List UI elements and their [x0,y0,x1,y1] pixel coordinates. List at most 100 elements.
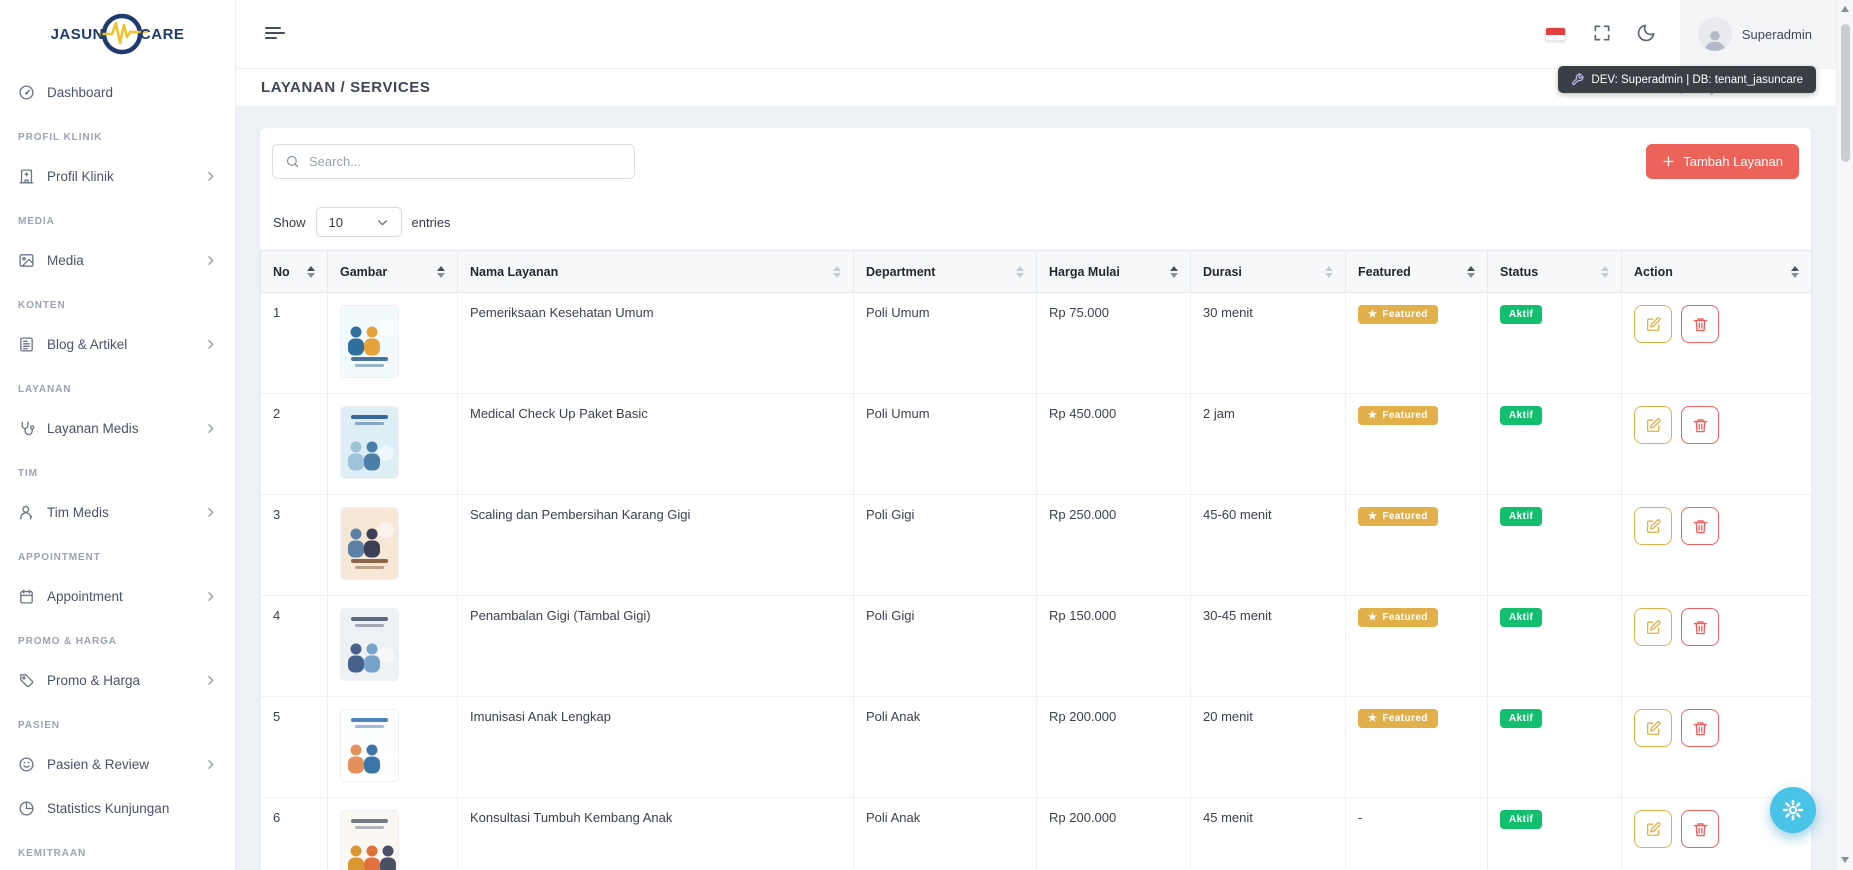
sidebar-item-profil-klinik[interactable]: Profil Klinik [18,158,217,194]
service-thumbnail[interactable] [340,709,399,782]
sort-icon[interactable] [1016,266,1024,278]
column-header-department[interactable]: Department [854,251,1037,293]
delete-button[interactable] [1681,709,1719,747]
scrollbar-up-arrow[interactable] [1841,6,1849,12]
sidebar-item-layanan-medis[interactable]: Layanan Medis [18,410,217,446]
cell-no: 5 [261,697,328,798]
cell-price: Rp 200.000 [1037,697,1191,798]
chevron-right-icon [204,674,217,687]
fullscreen-button[interactable] [1592,23,1612,46]
menu-toggle-button[interactable] [264,24,286,45]
sort-icon[interactable] [437,266,445,278]
sidebar-item-media[interactable]: Media [18,242,217,278]
plus-icon [1662,155,1675,168]
sidebar-section-kemitraan: KEMITRAAN [18,848,217,860]
cell-no: 3 [261,495,328,596]
featured-none: - [1358,810,1362,825]
column-label: Featured [1358,265,1411,279]
column-header-no[interactable]: No [261,251,328,293]
sort-icon[interactable] [833,266,841,278]
trash-icon [1692,720,1709,737]
page-title: LAYANAN / SERVICES [261,79,430,96]
sort-icon[interactable] [307,266,315,278]
cell-no: 2 [261,394,328,495]
sidebar-item-label: Profil Klinik [47,169,114,184]
table-row: 4 Penambalan Gigi (Tambal Gigi) Poli Gig… [261,596,1812,697]
delete-button[interactable] [1681,810,1719,848]
scrollbar-down-arrow[interactable] [1841,857,1849,863]
edit-button[interactable] [1634,608,1672,646]
sidebar-item-label: Tim Medis [47,505,109,520]
scrollbar-thumb[interactable] [1841,24,1850,162]
sort-icon[interactable] [1791,266,1799,278]
add-service-button[interactable]: Tambah Layanan [1646,144,1799,179]
column-header-gambar[interactable]: Gambar [328,251,458,293]
service-thumbnail[interactable] [340,305,399,378]
delete-button[interactable] [1681,608,1719,646]
language-flag-indonesia[interactable] [1545,27,1566,41]
column-label: Harga Mulai [1049,265,1120,279]
sort-icon[interactable] [1467,266,1475,278]
edit-icon [1645,518,1662,535]
service-thumbnail[interactable] [340,608,399,681]
chevron-right-icon [204,338,217,351]
sidebar-item-label: Blog & Artikel [47,337,127,352]
sidebar-item-blog-artikel[interactable]: Blog & Artikel [18,326,217,362]
column-label: Department [866,265,935,279]
column-header-featured[interactable]: Featured [1346,251,1488,293]
page-size-select[interactable]: 10 [316,207,402,237]
chevron-right-icon [204,422,217,435]
status-badge: Aktif [1500,305,1542,324]
status-badge: Aktif [1500,406,1542,425]
delete-button[interactable] [1681,406,1719,444]
sidebar-item-promo-harga[interactable]: Promo & Harga [18,662,217,698]
cell-department: Poli Umum [854,394,1037,495]
edit-button[interactable] [1634,709,1672,747]
service-thumbnail[interactable] [340,507,399,580]
sidebar-item-statistics-kunjungan[interactable]: Statistics Kunjungan [18,790,217,826]
sidebar-item-label: Dashboard [47,85,113,100]
sort-icon[interactable] [1170,266,1178,278]
sidebar-item-tim-medis[interactable]: Tim Medis [18,494,217,530]
dark-mode-toggle[interactable] [1636,23,1656,46]
sidebar-item-dashboard[interactable]: Dashboard [18,74,217,110]
brand-logo[interactable]: JASUN CARE [0,0,235,68]
column-header-durasi[interactable]: Durasi [1191,251,1346,293]
stethoscope-icon [18,420,35,437]
cell-duration: 45-60 menit [1191,495,1346,596]
show-label: Show [273,215,306,230]
edit-button[interactable] [1634,406,1672,444]
table-row: 2 Medical Check Up Paket Basic Poli Umum… [261,394,1812,495]
featured-badge: ★Featured [1358,406,1438,425]
sort-icon[interactable] [1325,266,1333,278]
delete-button[interactable] [1681,305,1719,343]
sidebar-item-appointment[interactable]: Appointment [18,578,217,614]
column-header-harga-mulai[interactable]: Harga Mulai [1037,251,1191,293]
sidebar-section-promo-harga: PROMO & HARGA [18,636,217,648]
cell-service-name: Imunisasi Anak Lengkap [458,697,854,798]
edit-icon [1645,316,1662,333]
search-input[interactable] [309,154,622,169]
column-header-status[interactable]: Status [1488,251,1622,293]
chevron-right-icon [204,254,217,267]
sidebar-item-pasien-review[interactable]: Pasien & Review [18,746,217,782]
column-label: Status [1500,265,1538,279]
column-header-nama-layanan[interactable]: Nama Layanan [458,251,854,293]
user-menu[interactable]: Superadmin [1680,0,1836,68]
service-thumbnail[interactable] [340,810,399,870]
service-thumbnail[interactable] [340,406,399,479]
settings-fab-button[interactable] [1770,787,1816,833]
edit-button[interactable] [1634,305,1672,343]
edit-icon [1645,720,1662,737]
sidebar-nav: DashboardPROFIL KLINIKProfil KlinikMEDIA… [0,68,235,860]
cell-no: 4 [261,596,328,697]
edit-button[interactable] [1634,507,1672,545]
edit-button[interactable] [1634,810,1672,848]
column-label: Gambar [340,265,387,279]
column-header-action[interactable]: Action [1622,251,1812,293]
star-icon: ★ [1368,309,1377,320]
sort-icon[interactable] [1601,266,1609,278]
delete-button[interactable] [1681,507,1719,545]
tag-icon [18,672,35,689]
edit-icon [1645,821,1662,838]
